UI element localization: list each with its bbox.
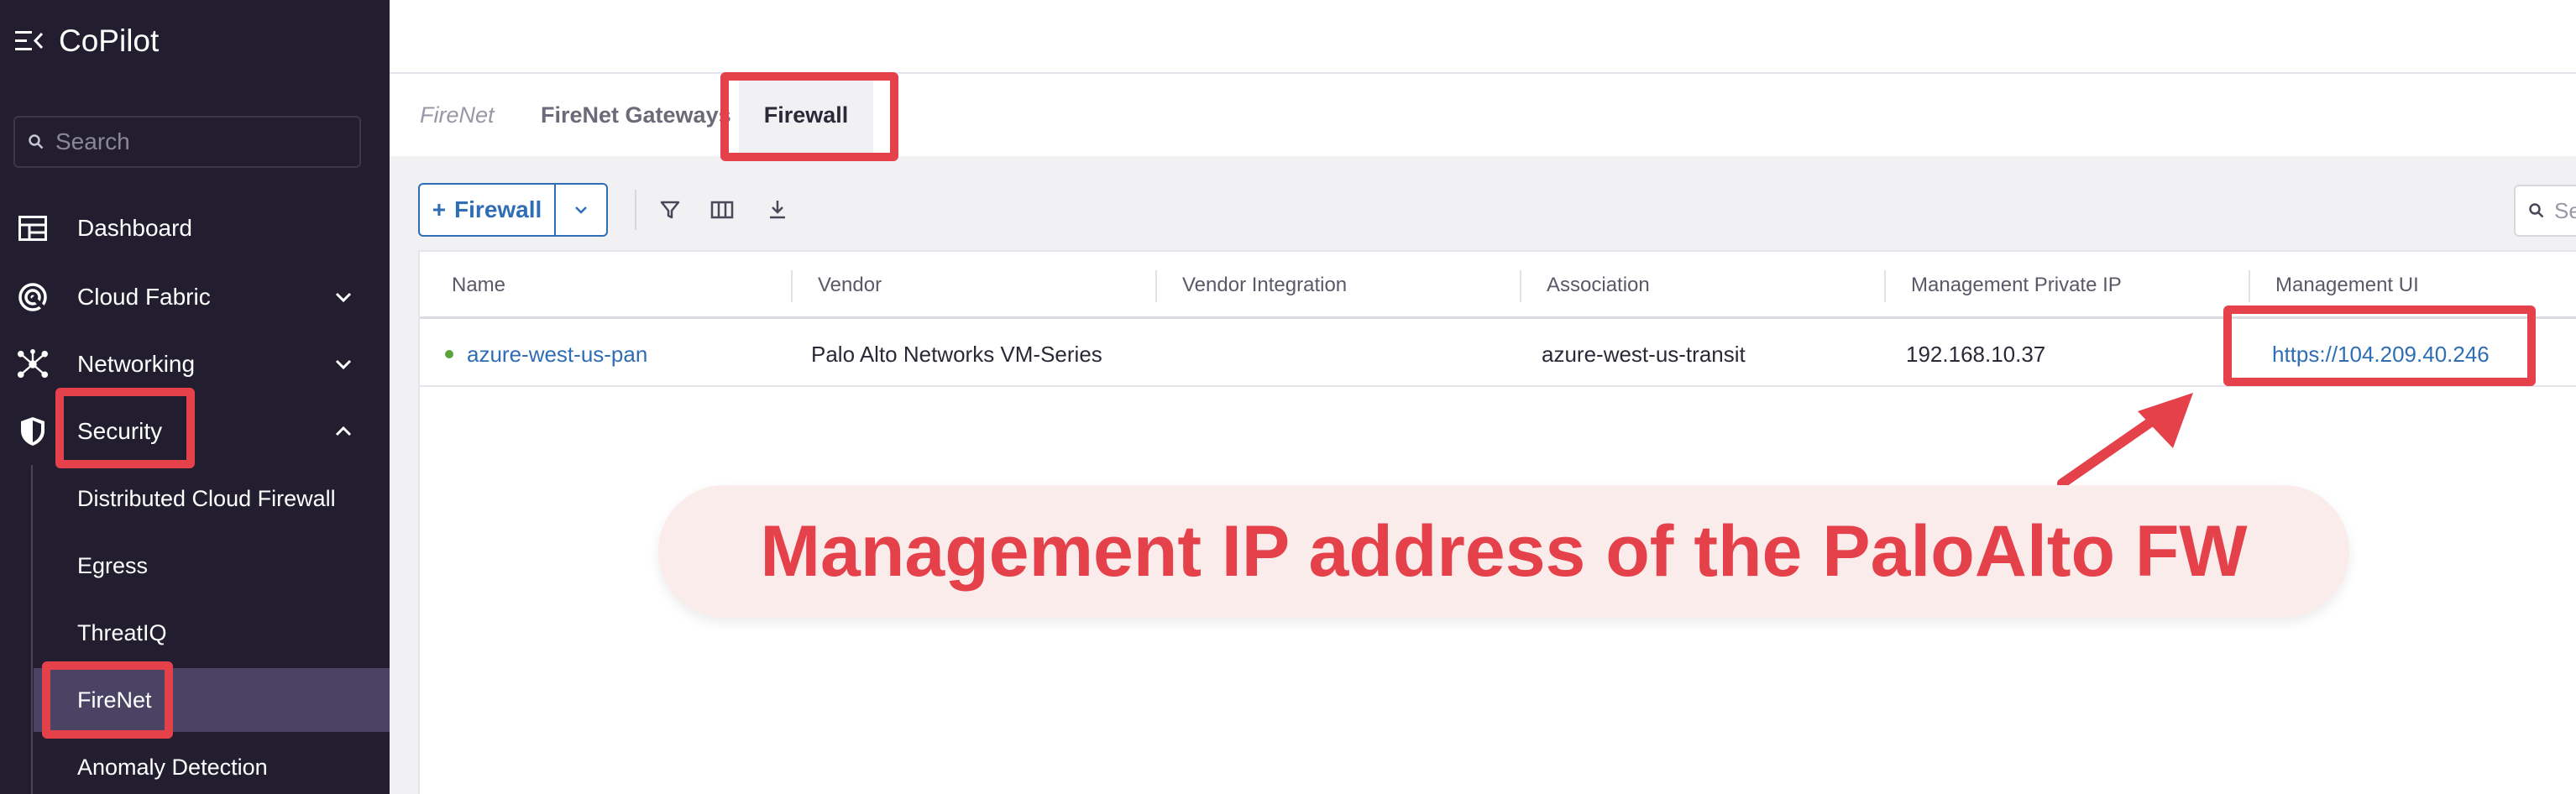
sidebar-item-distributed-cloud-firewall[interactable]: Distributed Cloud Firewall xyxy=(0,467,390,530)
search-icon xyxy=(2529,203,2544,218)
sidebar-item-anomaly-detection[interactable]: Anomaly Detection xyxy=(0,735,390,794)
sidebar-item-networking[interactable]: Networking xyxy=(0,332,390,396)
sidebar-item-label: ThreatIQ xyxy=(77,619,167,645)
breadcrumb[interactable]: FireNet xyxy=(420,74,495,156)
collapse-menu-icon[interactable] xyxy=(15,29,44,54)
column-divider[interactable] xyxy=(791,270,793,302)
table-search-placeholder: Se xyxy=(2554,197,2576,223)
tab-firewall[interactable]: Firewall xyxy=(739,77,873,153)
table-row[interactable]: azure-west-us-pan Palo Alto Networks VM-… xyxy=(420,321,2576,387)
dashboard-icon xyxy=(17,212,49,244)
association-cell: azure-west-us-transit xyxy=(1542,341,1746,367)
sidebar-header: CoPilot xyxy=(15,18,159,64)
firewall-name: azure-west-us-pan xyxy=(467,341,648,367)
status-indicator xyxy=(445,350,453,358)
sidebar-item-egress[interactable]: Egress xyxy=(0,534,390,598)
tab-firenet-gateways[interactable]: FireNet Gateways xyxy=(541,74,731,156)
sidebar-item-label: FireNet xyxy=(77,687,152,713)
sidebar-item-cloud-fabric[interactable]: Cloud Fabric xyxy=(0,265,390,329)
sidebar-item-label: Dashboard xyxy=(77,215,192,241)
chevron-down-icon xyxy=(575,206,587,214)
chevron-up-icon xyxy=(335,426,352,436)
column-header-vendor[interactable]: Vendor xyxy=(818,252,882,319)
column-header-association[interactable]: Association xyxy=(1547,252,1650,319)
plus-icon: + xyxy=(432,196,447,222)
sidebar-item-label: Anomaly Detection xyxy=(77,754,268,780)
chevron-down-icon xyxy=(335,359,352,370)
sidebar-search-input[interactable] xyxy=(55,128,341,155)
sidebar-item-label: Distributed Cloud Firewall xyxy=(77,485,336,511)
sidebar-item-threatiq[interactable]: ThreatIQ xyxy=(0,601,390,665)
management-private-ip-cell: 192.168.10.37 xyxy=(1906,341,2046,367)
sidebar-item-label: Egress xyxy=(77,552,149,578)
sidebar-item-dashboard[interactable]: Dashboard xyxy=(0,196,390,260)
column-header-name[interactable]: Name xyxy=(452,252,505,319)
app-title: CoPilot xyxy=(59,24,160,58)
filter-icon[interactable] xyxy=(657,196,683,223)
table-header: Name Vendor Vendor Integration Associati… xyxy=(420,252,2576,319)
column-header-vendor-integration[interactable]: Vendor Integration xyxy=(1182,252,1347,319)
firewall-name-link[interactable]: azure-west-us-pan xyxy=(445,321,647,387)
annotation-text: Management IP address of the PaloAlto FW xyxy=(760,510,2248,592)
cloud-fabric-icon xyxy=(17,281,49,313)
table-search-input[interactable]: Se xyxy=(2514,185,2576,237)
search-icon xyxy=(29,134,44,149)
add-firewall-button-group: + Firewall xyxy=(418,183,608,237)
shield-icon xyxy=(17,415,49,447)
add-firewall-button[interactable]: + Firewall xyxy=(420,185,556,235)
columns-icon[interactable] xyxy=(709,196,736,223)
download-icon[interactable] xyxy=(764,196,791,223)
add-firewall-label: Firewall xyxy=(454,196,542,222)
sidebar-item-security[interactable]: Security xyxy=(0,400,390,463)
vendor-cell: Palo Alto Networks VM-Series xyxy=(811,341,1102,367)
sidebar-item-firenet[interactable]: FireNet xyxy=(34,668,390,732)
annotation-arrow-icon xyxy=(2057,393,2193,488)
chevron-down-icon xyxy=(335,292,352,303)
annotation-callout: Management IP address of the PaloAlto FW xyxy=(658,485,2349,618)
sidebar-search[interactable] xyxy=(13,116,361,168)
column-header-management-ui[interactable]: Management UI xyxy=(2275,252,2419,319)
column-divider[interactable] xyxy=(1884,270,1886,302)
networking-icon xyxy=(17,348,49,380)
tab-bar: FireNet FireNet Gateways Firewall xyxy=(390,74,2576,156)
column-header-management-private-ip[interactable]: Management Private IP xyxy=(1911,252,2122,319)
sidebar-item-label: Cloud Fabric xyxy=(77,284,211,310)
management-ui-link[interactable]: https://104.209.40.246 xyxy=(2272,321,2490,387)
add-firewall-dropdown-button[interactable] xyxy=(556,185,606,235)
column-divider[interactable] xyxy=(2249,270,2250,302)
sidebar-item-label: Security xyxy=(77,418,163,444)
sidebar-item-label: Networking xyxy=(77,351,196,377)
column-divider[interactable] xyxy=(1155,270,1157,302)
column-divider[interactable] xyxy=(1520,270,1521,302)
toolbar-divider xyxy=(635,190,636,230)
top-header xyxy=(390,0,2576,74)
sidebar: CoPilot Dashboard xyxy=(0,0,390,794)
